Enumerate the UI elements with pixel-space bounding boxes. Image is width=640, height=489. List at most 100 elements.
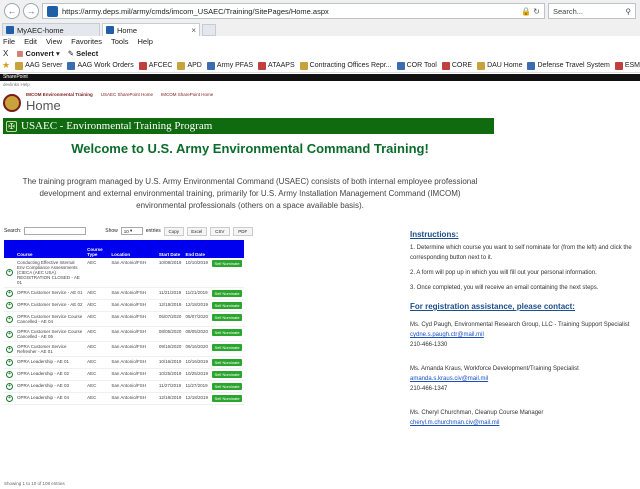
row-expand-cell[interactable]: + [4,287,15,300]
menu-tools[interactable]: Tools [111,37,129,46]
csv-button[interactable]: CSV [209,226,230,236]
contact-name: Ms. Amanda Kraus, Workforce Development/… [410,366,579,372]
row-expand-cell[interactable]: + [4,368,15,381]
header-course-type[interactable]: Course Type [85,240,110,258]
tab-myaec-home[interactable]: MyAEC-home [2,23,100,36]
row-expand-cell[interactable]: + [4,299,15,312]
self-nominate-button[interactable]: Self Nominate [212,302,242,309]
self-nominate-button[interactable]: Self Nominate [212,383,242,390]
new-tab-button[interactable] [202,24,216,36]
table-row: + OPRA Customer Service - AE 02 AEC San Ant… [4,299,244,312]
row-expand-cell[interactable]: + [4,341,15,357]
contact-email-link[interactable]: cheryl.m.churchman.civ@mail.mil [410,418,636,428]
row-expand-cell[interactable]: + [4,392,15,405]
lock-refresh-icon[interactable]: 🔒 ↻ [521,7,540,16]
action-cell: Self Nominate [210,258,244,288]
site-link-training[interactable]: IMCOM Environmental Training [26,92,93,97]
copy-button[interactable]: Copy [163,226,184,236]
header-start-date[interactable]: Start Date [156,240,184,258]
expand-plus-icon[interactable]: + [6,395,13,402]
favorite-label: Contracting Offices Repr... [309,62,392,69]
address-bar[interactable]: https://army.deps.mil/army/cmds/imcom_US… [42,3,545,19]
expand-plus-icon[interactable]: + [6,345,13,353]
row-expand-cell[interactable]: + [4,326,15,342]
self-nominate-button[interactable]: Self Nominate [212,344,242,351]
self-nominate-button[interactable]: Self Nominate [212,314,242,321]
contact-email-link[interactable]: cydne.s.paugh.ctr@mail.mil [410,330,636,340]
header-action [210,240,244,258]
self-nominate-button[interactable]: Self Nominate [212,329,242,336]
intro-paragraph: The training program managed by U.S. Arm… [22,177,478,210]
tab-home[interactable]: Home × [102,23,200,36]
expand-plus-icon[interactable]: + [6,383,13,390]
expand-plus-icon[interactable]: + [6,269,13,276]
table-search-input[interactable] [24,227,87,235]
location-cell: San Antonio/FSH [109,258,157,288]
menu-file[interactable]: File [3,37,15,46]
select-label: Select [76,48,99,58]
favorite-label: APD [187,62,202,69]
favorite-link[interactable]: AAG Server [15,61,62,70]
favorites-bar: ★ AAG Server AAG Work Orders AFCEC APD Army P… [0,59,640,73]
menu-edit[interactable]: Edit [24,37,37,46]
close-tab-icon[interactable]: × [191,26,196,35]
contact-email-link[interactable]: amanda.s.kraus.civ@mail.mil [410,374,636,384]
expand-plus-icon[interactable]: + [6,359,13,366]
self-nominate-button[interactable]: Self Nominate [212,395,242,402]
favorite-link[interactable]: Army PFAS [206,61,253,70]
excel-button[interactable]: Excel [186,226,207,236]
favorite-link[interactable]: ATAAPS [258,61,295,70]
expand-plus-icon[interactable]: + [6,371,13,378]
pdf-button[interactable]: PDF [232,226,253,236]
self-nominate-button[interactable]: Self Nominate [212,359,242,366]
header-end-date[interactable]: End Date [183,240,210,258]
favorite-link[interactable]: CORE [441,61,472,70]
expand-plus-icon[interactable]: + [6,302,13,309]
tab-favicon-icon [6,26,14,34]
favorite-link[interactable]: Defense Travel System [527,61,610,70]
row-expand-cell[interactable]: + [4,380,15,393]
favorite-link[interactable]: AFCEC [138,61,172,70]
table-row: + OPRA Customer Service Course Cancelled … [4,311,244,327]
usaec-logo [3,94,21,112]
start-date-cell: 10/08/2019 [156,258,184,288]
course-type-cell: AEC [85,311,110,327]
convert-button[interactable]: ▦ Convert ▾ [16,49,59,58]
back-arrow-icon: ← [7,6,17,16]
menu-view[interactable]: View [46,37,62,46]
header-location[interactable]: Location [109,240,157,258]
back-button[interactable]: ← [4,3,20,19]
favorites-star-icon[interactable]: ★ [2,60,10,71]
favorite-link[interactable]: AAG Work Orders [67,61,134,70]
browser-search-input[interactable]: Search... ⚲ [548,3,636,19]
entries-select[interactable]: 10 ▾ [120,227,143,235]
self-nominate-button[interactable]: Self Nominate [212,260,242,267]
favorite-label: Defense Travel System [537,62,610,69]
row-expand-cell[interactable]: + [4,311,15,327]
favorite-link[interactable]: Contracting Offices Repr... [299,61,392,70]
site-link-usaec-home[interactable]: USAEC SharePoint Home [101,92,153,97]
expand-plus-icon[interactable]: + [6,315,13,323]
site-link-imcom-home[interactable]: IMCOM SharePoint Home [161,92,213,97]
menu-help[interactable]: Help [138,37,153,46]
instruction-step: 2. A form will pop up in which you will … [410,270,597,276]
expand-plus-icon[interactable]: + [6,330,13,338]
row-expand-cell[interactable]: + [4,258,15,288]
table-row: + OPRA Customer Service Refresher - AE 01… [4,341,244,357]
favorite-link[interactable]: DAU Home [477,61,522,70]
header-course[interactable]: Course [15,240,86,258]
forward-button[interactable]: → [23,3,39,19]
end-date-cell: 12/18/2019 [183,392,210,405]
favorite-link[interactable]: COR Tool [396,61,437,70]
self-nominate-button[interactable]: Self Nominate [212,290,242,297]
training-table-body: + Conducting Effective Internal Env Compl… [4,258,244,405]
close-toolbar-button[interactable]: X [3,49,8,58]
select-button[interactable]: ✎ Select [68,49,99,58]
row-expand-cell[interactable]: + [4,356,15,369]
menu-favorites[interactable]: Favorites [71,37,102,46]
favorite-link[interactable]: APD [177,61,202,70]
course-type-cell: AEC [85,326,110,342]
self-nominate-button[interactable]: Self Nominate [212,371,242,378]
expand-plus-icon[interactable]: + [6,290,13,297]
favorite-link[interactable]: ESM List [614,61,640,70]
